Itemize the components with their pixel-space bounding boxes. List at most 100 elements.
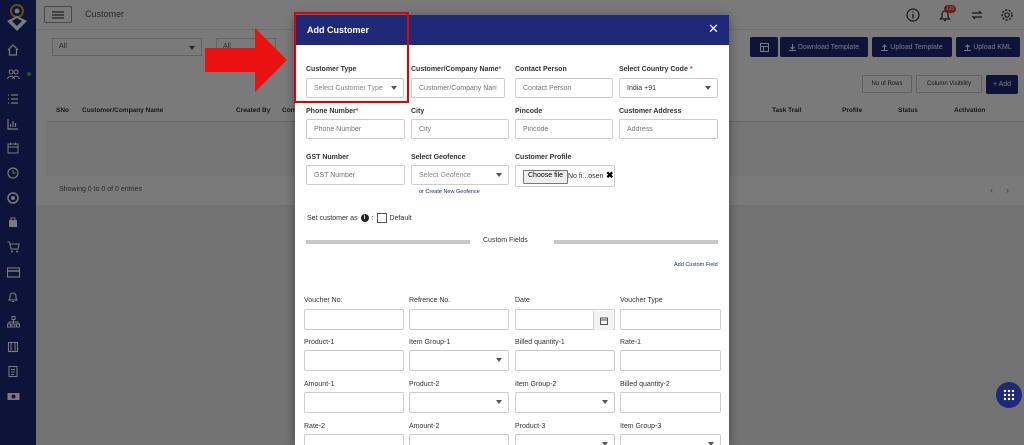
analytics-icon[interactable] <box>6 117 20 131</box>
set-customer-as-row: Set customer as i : Default <box>307 213 412 223</box>
export-button[interactable] <box>750 37 778 57</box>
column-header: Customer/Company Name <box>82 107 164 114</box>
product-2-select[interactable] <box>409 392 509 413</box>
task-list-icon[interactable] <box>6 92 20 106</box>
column-visibility-label: Column Visibility <box>927 81 971 87</box>
home-icon[interactable] <box>6 43 20 57</box>
item-group-2-label: Item Group-2 <box>515 381 557 388</box>
calendar-icon[interactable] <box>593 311 613 330</box>
rows-per-page-select[interactable]: No of Rows <box>862 75 912 93</box>
clipboard-icon[interactable] <box>6 364 20 378</box>
rate-1-input[interactable] <box>620 350 721 371</box>
bag-icon[interactable] <box>6 215 20 229</box>
geofence-select[interactable]: Select Geofence <box>411 165 509 185</box>
column-header: Status <box>898 107 918 114</box>
upload-kml-button[interactable]: Upload KML <box>956 37 1020 57</box>
upload-icon <box>964 43 972 51</box>
amount-2-input[interactable] <box>409 434 509 445</box>
chevron-down-icon <box>496 400 502 404</box>
chevron-down-icon <box>189 46 195 50</box>
add-custom-field-link[interactable]: Add Custom Field <box>674 262 718 268</box>
contact-person-input[interactable] <box>515 78 613 98</box>
column-header: Task Trail <box>772 107 802 114</box>
users-icon[interactable] <box>6 67 20 81</box>
chevron-down-icon <box>602 400 608 404</box>
item-group-2-select[interactable] <box>515 392 615 413</box>
item-group-3-select[interactable] <box>620 434 721 445</box>
customer-type-select[interactable]: Select Customer Type <box>306 78 404 98</box>
product-1-label: Product-1 <box>304 339 335 346</box>
clear-file-icon[interactable]: ✖ <box>606 170 614 181</box>
info-icon[interactable] <box>906 8 920 22</box>
prev-page-icon[interactable]: ‹ <box>990 185 993 195</box>
filter-select-2-value: All <box>223 43 231 50</box>
create-geofence-link[interactable]: or Create New Geofence <box>419 189 480 195</box>
customer-type-placeholder: Select Customer Type <box>314 84 383 92</box>
billed-quantity-2-input[interactable] <box>620 392 721 413</box>
settings-gear-icon[interactable] <box>1000 8 1014 22</box>
set-customer-as-label: Set customer as <box>307 214 358 222</box>
filter-select-2[interactable]: All <box>216 38 276 56</box>
company-name-label: Customer/Company Name* <box>411 66 502 73</box>
choose-file-button[interactable]: Choose file <box>523 170 569 184</box>
upload-icon <box>881 43 889 51</box>
customer-profile-label: Customer Profile <box>515 154 572 161</box>
app-launcher-button[interactable] <box>996 382 1022 408</box>
company-name-input[interactable] <box>411 78 505 98</box>
menu-toggle-button[interactable] <box>44 6 72 23</box>
column-visibility-select[interactable]: Column Visibility <box>916 75 982 93</box>
product-1-select[interactable] <box>304 350 404 371</box>
rate-2-input[interactable] <box>304 434 404 445</box>
sync-icon[interactable] <box>970 8 984 22</box>
phone-number-input[interactable] <box>306 119 405 139</box>
calendar-icon[interactable] <box>6 141 20 155</box>
gst-number-label: GST Number <box>306 154 349 161</box>
next-page-icon[interactable]: › <box>1006 185 1009 195</box>
chevron-down-icon <box>705 86 711 90</box>
card-icon[interactable] <box>6 265 20 279</box>
product-2-label: Product-2 <box>409 381 440 388</box>
amount-2-label: Amount-2 <box>409 423 440 430</box>
default-checkbox[interactable] <box>376 213 387 223</box>
filter-select-1[interactable]: All <box>52 38 202 56</box>
chevron-down-icon <box>391 86 397 90</box>
amount-1-input[interactable] <box>304 392 404 413</box>
upload-template-button[interactable]: Upload Template <box>872 37 952 57</box>
add-button[interactable]: + Add <box>986 75 1018 94</box>
column-header: Activation <box>954 107 986 114</box>
cash-icon[interactable] <box>6 389 20 403</box>
date-input[interactable] <box>515 309 615 330</box>
book-icon[interactable] <box>6 340 20 354</box>
hierarchy-icon[interactable] <box>6 315 20 329</box>
notification-count-badge: 120 <box>944 5 957 13</box>
voucher-no-input[interactable] <box>304 309 404 330</box>
rate-1-label: Rate-1 <box>620 339 642 346</box>
bell-icon[interactable] <box>6 290 20 304</box>
item-group-3-label: Item Group-3 <box>620 423 662 430</box>
download-template-button[interactable]: Download Template <box>780 37 868 57</box>
spreadsheet-icon <box>759 42 769 52</box>
reference-no-input[interactable] <box>409 309 509 330</box>
clock-icon[interactable] <box>6 166 20 180</box>
customer-address-input[interactable] <box>619 119 718 139</box>
gst-number-input[interactable] <box>306 165 405 185</box>
hamburger-icon <box>52 10 64 19</box>
set-customer-as-colon: : <box>371 214 374 222</box>
info-icon[interactable]: i <box>360 214 369 222</box>
country-code-select[interactable]: India +91 <box>619 78 718 98</box>
item-group-1-select[interactable] <box>409 350 509 371</box>
pincode-input[interactable] <box>515 119 613 139</box>
upload-template-label: Upload Template <box>890 43 943 51</box>
location-target-icon[interactable] <box>6 191 20 205</box>
customer-type-label: Customer Type <box>306 66 357 73</box>
city-input[interactable] <box>411 119 509 139</box>
country-code-label: Select Country Code * <box>619 66 693 73</box>
item-group-1-label: Item Group-1 <box>409 339 451 346</box>
filter-select-1-value: All <box>59 43 67 50</box>
billed-quantity-1-input[interactable] <box>515 350 615 371</box>
contact-person-label: Contact Person <box>515 66 567 73</box>
cart-icon[interactable] <box>6 240 20 254</box>
close-icon[interactable]: ✕ <box>708 22 719 35</box>
voucher-type-input[interactable] <box>620 309 721 330</box>
product-3-select[interactable] <box>515 434 615 445</box>
